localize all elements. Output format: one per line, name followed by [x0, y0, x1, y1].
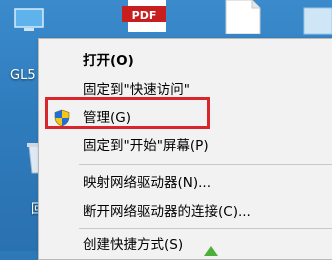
- menu-item-open-label: 打开(O): [83, 53, 134, 69]
- folder-icon[interactable]: [300, 4, 332, 36]
- this-pc-icon[interactable]: [14, 6, 44, 36]
- menu-item-create-shortcut[interactable]: 创建快捷方式(S): [39, 232, 332, 258]
- this-pc-label: GL5: [10, 68, 36, 83]
- menu-item-open[interactable]: 打开(O): [39, 48, 332, 74]
- menu-item-disconnect-network-drive[interactable]: 断开网络驱动器的连接(C)...: [39, 199, 332, 225]
- pdf-file-icon[interactable]: PDF: [122, 0, 172, 32]
- menu-separator: [79, 164, 332, 165]
- document-file-icon[interactable]: [222, 0, 262, 35]
- desktop-background: GL5 回 PDF 打开(O) 固定到"快速访问": [0, 0, 332, 260]
- menu-separator: [79, 228, 332, 229]
- menu-item-disconnect-network-drive-label: 断开网络驱动器的连接(C)...: [83, 204, 251, 220]
- pdf-badge-text: PDF: [132, 9, 157, 22]
- menu-item-pin-start-label: 固定到"开始"屏幕(P): [83, 138, 209, 154]
- context-menu: 打开(O) 固定到"快速访问" 管理(G) 固定到"开始"屏幕(P) 映射网络驱…: [38, 38, 332, 260]
- cursor-icon: [204, 241, 218, 256]
- menu-item-map-network-drive[interactable]: 映射网络驱动器(N)...: [39, 170, 332, 196]
- menu-item-pin-start[interactable]: 固定到"开始"屏幕(P): [39, 133, 332, 159]
- menu-item-map-network-drive-label: 映射网络驱动器(N)...: [83, 175, 212, 191]
- menu-item-create-shortcut-label: 创建快捷方式(S): [83, 237, 184, 253]
- highlight-annotation-box: [45, 97, 210, 129]
